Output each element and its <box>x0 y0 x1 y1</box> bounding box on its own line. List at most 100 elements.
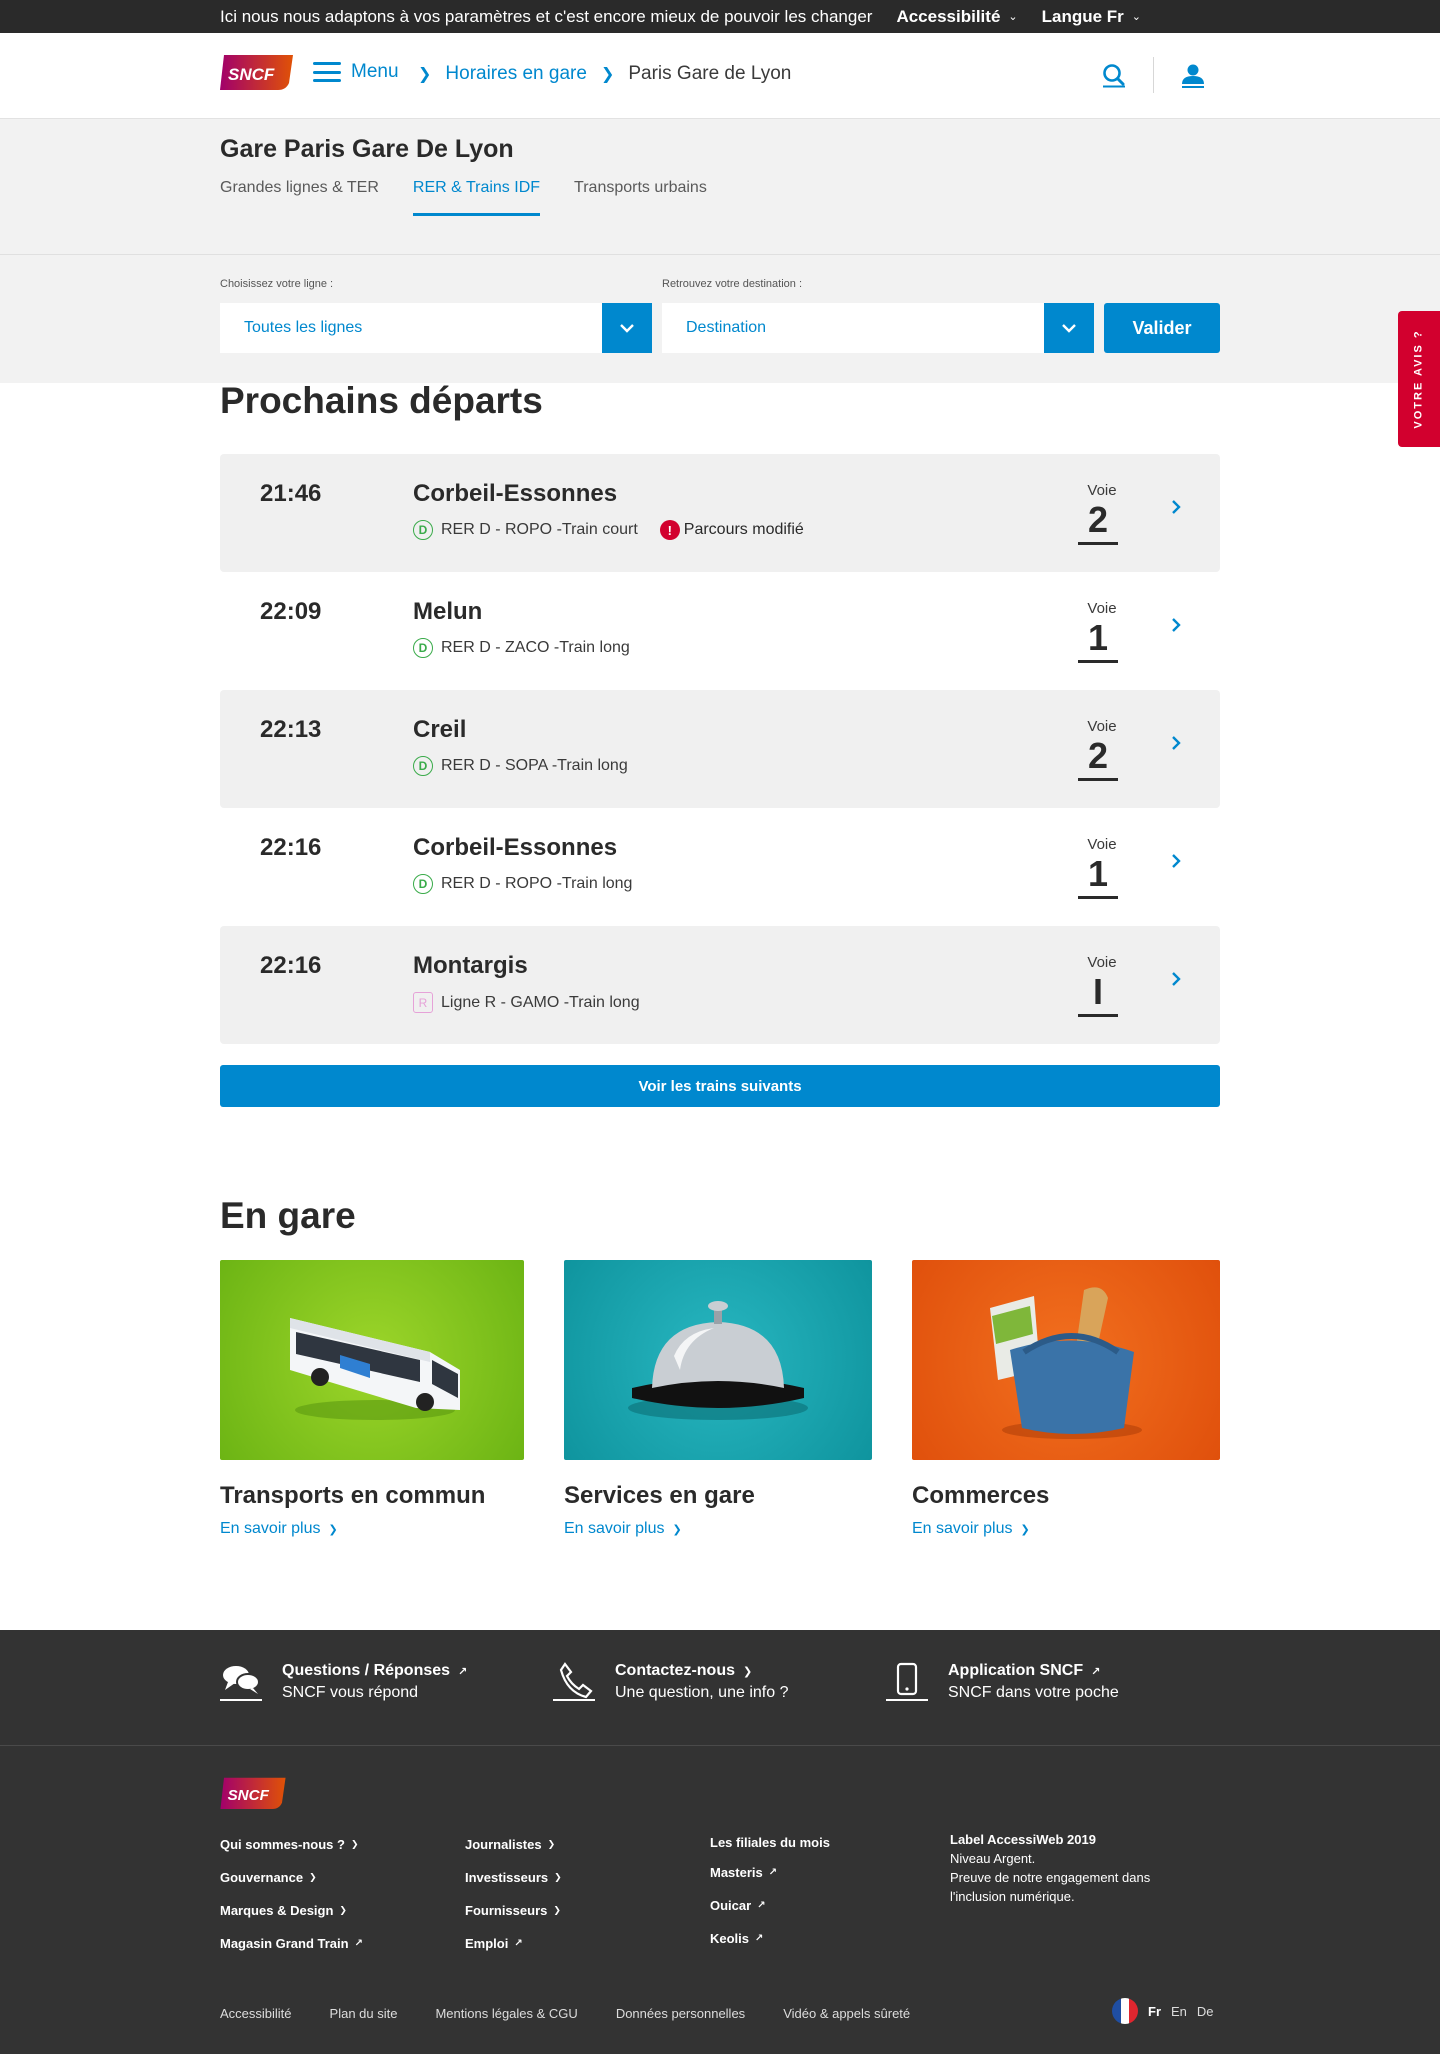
chevron-right-icon: ❯ <box>547 1839 556 1849</box>
more-trains-button[interactable]: Voir les trains suivants <box>220 1065 1220 1107</box>
sncf-logo[interactable]: SNCF <box>220 53 293 90</box>
departure-row[interactable]: 21:46 Corbeil-Essonnes D RER D - ROPO -Trai… <box>220 454 1220 572</box>
departure-destination: Corbeil-Essonnes <box>413 480 618 507</box>
footer-link[interactable]: Marques & Design ❯ <box>220 1894 363 1927</box>
footer-link[interactable]: Ouicar ↗ <box>710 1889 830 1922</box>
help-title[interactable]: Contactez-nous ❯ <box>615 1662 788 1680</box>
footer-link[interactable]: Investisseurs ❯ <box>465 1861 562 1894</box>
departure-info: D RER D - SOPA -Train long <box>413 756 628 776</box>
footer-link[interactable]: Gouvernance ❯ <box>220 1861 363 1894</box>
shopping-bag-image <box>912 1260 1220 1460</box>
lang-en[interactable]: En <box>1171 2004 1187 2019</box>
lang-de[interactable]: De <box>1197 2004 1214 2019</box>
card-link-label: En savoir plus <box>564 1520 665 1537</box>
footer-link[interactable]: Qui sommes-nous ? ❯ <box>220 1828 363 1861</box>
departure-row[interactable]: 22:13 Creil D RER D - SOPA -Train long Voie 2 <box>220 690 1220 808</box>
feedback-label: VOTRE AVIS ? <box>1413 329 1425 429</box>
card-title: Transports en commun <box>220 1482 486 1509</box>
help-app[interactable]: Application SNCF ↗ SNCF dans votre poche <box>886 1662 1119 1702</box>
departure-destination: Melun <box>413 598 483 625</box>
language-dropdown[interactable]: Langue Fr ⌄ <box>1042 7 1141 27</box>
voie-label: Voie <box>1087 600 1117 617</box>
voie-number: 2 <box>1078 500 1118 545</box>
voie-label: Voie <box>1087 482 1117 499</box>
help-questions[interactable]: Questions / Réponses ↗ SNCF vous répond <box>220 1662 467 1702</box>
card-services[interactable]: Services en gare En savoir plus ❯ <box>564 1260 872 1538</box>
language-label: Langue Fr <box>1041 6 1124 26</box>
breadcrumb-horaires[interactable]: Horaires en gare <box>445 63 587 85</box>
chevron-right-icon: ❯ <box>553 1905 561 1915</box>
card-link[interactable]: En savoir plus ❯ <box>564 1520 872 1538</box>
rer-d-icon: D <box>413 638 433 658</box>
footer-bottom-link[interactable]: Vidéo & appels sûreté <box>783 2006 910 2021</box>
mobile-icon <box>886 1662 930 1702</box>
destination-select[interactable]: Destination <box>662 303 1094 353</box>
departures-title: Prochains départs <box>220 380 543 421</box>
lang-fr[interactable]: Fr <box>1148 2004 1161 2019</box>
account-button[interactable] <box>1176 58 1210 92</box>
accessiweb-label: Label AccessiWeb 2019 Niveau Argent. Pre… <box>950 1830 1150 1906</box>
breadcrumb-current: Paris Gare de Lyon <box>628 63 792 84</box>
departure-destination: Montargis <box>413 952 528 979</box>
hamburger-icon <box>313 62 341 82</box>
footer-link[interactable]: Magasin Grand Train ↗ <box>220 1927 363 1960</box>
card-link[interactable]: En savoir plus ❯ <box>220 1520 524 1538</box>
footer-link[interactable]: Masteris ↗ <box>710 1856 830 1889</box>
footer-bottom-link[interactable]: Accessibilité <box>220 2006 292 2021</box>
en-gare-title: En gare <box>220 1195 356 1236</box>
footer-bottom-link[interactable]: Mentions légales & CGU <box>435 2006 577 2021</box>
help-title[interactable]: Questions / Réponses ↗ <box>282 1662 467 1680</box>
chevron-right-icon: ❯ <box>328 1523 338 1536</box>
departure-row[interactable]: 22:16 Corbeil-Essonnes D RER D - ROPO -Trai… <box>220 808 1220 926</box>
line-select-value: Toutes les lignes <box>244 319 363 336</box>
bus-icon <box>290 1318 460 1420</box>
menu-button[interactable]: Menu <box>313 61 399 83</box>
station-tabs: Grandes lignes & TER RER & Trains IDF Tr… <box>220 179 707 216</box>
help-title-label: Application SNCF <box>948 1662 1084 1679</box>
footer-link[interactable]: Keolis ↗ <box>710 1922 830 1955</box>
chevron-down-icon: ⌄ <box>1008 11 1018 23</box>
card-link[interactable]: En savoir plus ❯ <box>912 1520 1220 1538</box>
footer-bottom-link[interactable]: Plan du site <box>330 2006 398 2021</box>
footer-link[interactable]: Emploi ↗ <box>465 1927 562 1960</box>
footer-link-label: Magasin Grand Train <box>220 1936 349 1951</box>
menu-label: Menu <box>351 61 399 82</box>
label-line: Preuve de notre engagement dans <box>950 1870 1151 1885</box>
tab-grandes-lignes[interactable]: Grandes lignes & TER <box>220 179 379 216</box>
footer-link-label: Gouvernance <box>220 1870 304 1885</box>
departure-row[interactable]: 22:16 Montargis R Ligne R - GAMO -Train lon… <box>220 926 1220 1044</box>
footer-link-label: Fournisseurs <box>465 1903 548 1918</box>
rer-d-icon: D <box>413 520 433 540</box>
submit-button[interactable]: Valider <box>1104 303 1220 353</box>
departure-info: D RER D - ROPO -Train court! Parcours modi… <box>413 520 804 540</box>
sncf-footer-logo[interactable]: SNCF <box>220 1776 286 1809</box>
departure-line: RER D - ZACO -Train long <box>441 639 630 656</box>
card-commerces[interactable]: Commerces En savoir plus ❯ <box>912 1260 1220 1538</box>
user-icon <box>1182 64 1204 88</box>
card-title: Commerces <box>912 1482 1050 1509</box>
alert-text: Parcours modifié <box>683 521 804 538</box>
departure-row[interactable]: 22:09 Melun D RER D - ZACO -Train long Voie 1 <box>220 572 1220 690</box>
footer-link[interactable]: Journalistes ❯ <box>465 1828 562 1861</box>
tab-transports-urbains[interactable]: Transports urbains <box>574 179 707 216</box>
external-link-icon: ↗ <box>458 1665 468 1678</box>
feedback-tab[interactable]: VOTRE AVIS ? <box>1398 311 1440 447</box>
footer-link[interactable]: Fournisseurs ❯ <box>465 1894 562 1927</box>
card-transports[interactable]: Transports en commun En savoir plus ❯ <box>220 1260 524 1538</box>
help-title[interactable]: Application SNCF ↗ <box>948 1662 1119 1680</box>
help-contact[interactable]: Contactez-nous ❯ Une question, une info … <box>553 1662 788 1702</box>
search-button[interactable] <box>1097 58 1131 92</box>
accessibility-dropdown[interactable]: Accessibilité ⌄ <box>896 7 1017 27</box>
voie-label: Voie <box>1087 954 1117 971</box>
footer-link-label: Qui sommes-nous ? <box>220 1837 345 1852</box>
chevron-right-icon: ❯ <box>418 66 432 83</box>
footer-bottom-link[interactable]: Données personnelles <box>616 2006 745 2021</box>
line-select[interactable]: Toutes les lignes <box>220 303 652 353</box>
chevron-right-icon: ❯ <box>672 1523 682 1536</box>
chevron-right-icon <box>1170 735 1182 756</box>
filiales-title: Les filiales du mois <box>710 1834 830 1850</box>
tab-rer-trains-idf[interactable]: RER & Trains IDF <box>412 179 541 216</box>
help-subtitle: SNCF dans votre poche <box>948 1684 1119 1701</box>
departure-time: 22:09 <box>260 598 322 625</box>
top-bar: Ici nous nous adaptons à vos paramètres … <box>0 0 1440 33</box>
